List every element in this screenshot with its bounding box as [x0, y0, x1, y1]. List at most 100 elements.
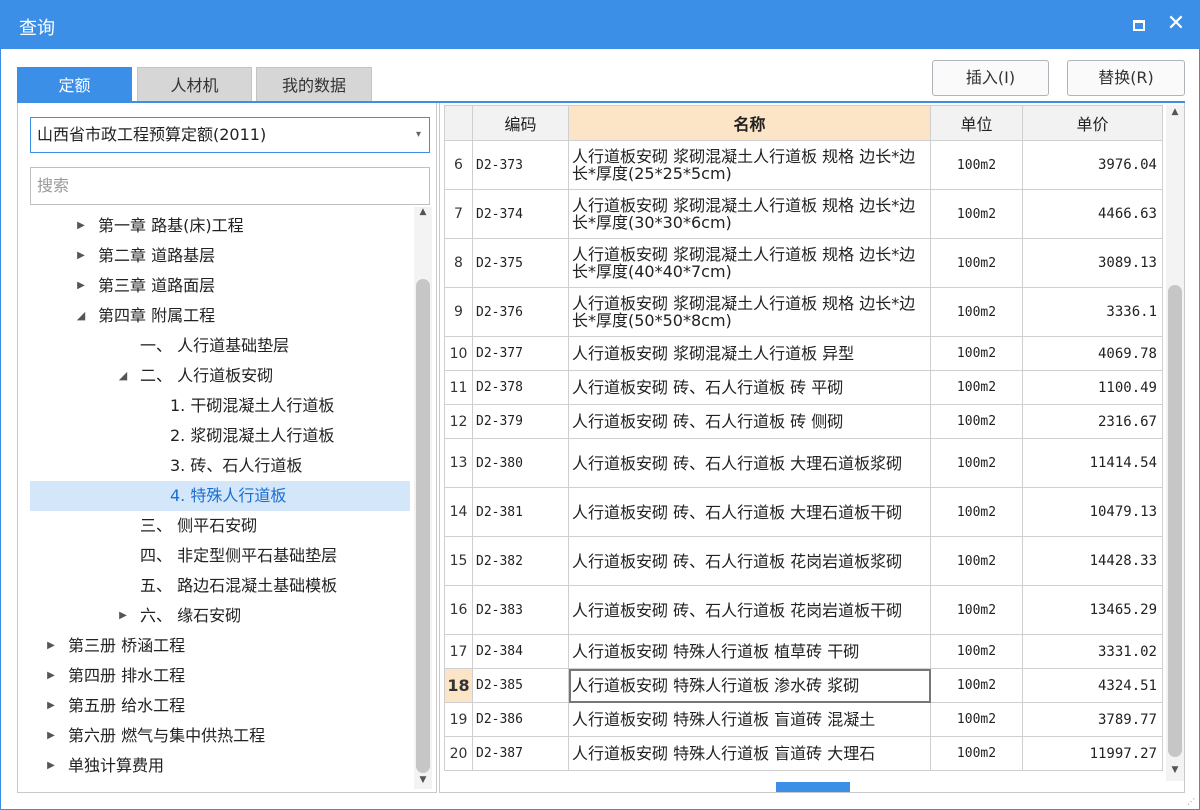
quota-library-select[interactable]: 山西省市政工程预算定额(2011) ▾	[30, 117, 430, 153]
table-row[interactable]: 17 D2-384 人行道板安砌 特殊人行道板 植草砖 干砌 100m2 3331.02	[444, 634, 1163, 669]
table-row[interactable]: 8 D2-375 人行道板安砌 浆砌混凝土人行道板 规格 边长*边长*厚度(40*4…	[444, 238, 1163, 288]
quota-unit[interactable]: 100m2	[930, 404, 1023, 439]
quota-code[interactable]: D2-377	[472, 336, 569, 371]
scroll-up-icon[interactable]: ▲	[1166, 107, 1184, 121]
quota-price[interactable]: 10479.13	[1022, 487, 1163, 537]
quota-unit[interactable]: 100m2	[930, 140, 1023, 190]
table-row[interactable]: 7 D2-374 人行道板安砌 浆砌混凝土人行道板 规格 边长*边长*厚度(30*3…	[444, 189, 1163, 239]
quota-unit[interactable]: 100m2	[930, 702, 1023, 737]
row-index[interactable]: 6	[444, 140, 473, 190]
tree-node[interactable]: 三、 侧平石安砌	[30, 511, 410, 541]
tree-node[interactable]: ▶ 第三章 道路面层	[30, 271, 410, 301]
tree-node[interactable]: 1. 干砌混凝土人行道板	[30, 391, 410, 421]
tree-node[interactable]: ◢ 二、 人行道板安砌	[30, 361, 410, 391]
quota-price[interactable]: 13465.29	[1022, 585, 1163, 635]
quota-code[interactable]: D2-379	[472, 404, 569, 439]
replace-button[interactable]: 替换(R)	[1067, 60, 1185, 96]
tree-node[interactable]: ▶ 第二章 道路基层	[30, 241, 410, 271]
quota-unit[interactable]: 100m2	[930, 370, 1023, 405]
quota-price[interactable]: 3331.02	[1022, 634, 1163, 669]
row-index[interactable]: 8	[444, 238, 473, 288]
tree-node[interactable]: ▶ 第五册 给水工程	[30, 691, 410, 721]
triangle-right-icon[interactable]: ▶	[44, 661, 58, 691]
table-row[interactable]: 18 D2-385 人行道板安砌 特殊人行道板 渗水砖 浆砌 100m2 4324.51	[444, 668, 1163, 703]
header-name[interactable]: 名称	[568, 105, 931, 141]
quota-unit[interactable]: 100m2	[930, 634, 1023, 669]
quota-price[interactable]: 2316.67	[1022, 404, 1163, 439]
triangle-right-icon[interactable]: ▶	[74, 211, 88, 241]
triangle-right-icon[interactable]: ▶	[44, 751, 58, 781]
table-row[interactable]: 19 D2-386 人行道板安砌 特殊人行道板 盲道砖 混凝土 100m2 3789.7…	[444, 702, 1163, 737]
quota-price[interactable]: 14428.33	[1022, 536, 1163, 586]
table-row[interactable]: 14 D2-381 人行道板安砌 砖、石人行道板 大理石道板干砌 100m2 10479…	[444, 487, 1163, 537]
quota-code[interactable]: D2-385	[472, 668, 569, 703]
row-index[interactable]: 19	[444, 702, 473, 737]
quota-code[interactable]: D2-382	[472, 536, 569, 586]
quota-price[interactable]: 4324.51	[1022, 668, 1163, 703]
quota-name[interactable]: 人行道板安砌 特殊人行道板 植草砖 干砌	[568, 634, 931, 669]
splitter-handle[interactable]	[776, 782, 850, 792]
quota-unit[interactable]: 100m2	[930, 668, 1023, 703]
quota-price[interactable]: 3089.13	[1022, 238, 1163, 288]
quota-unit[interactable]: 100m2	[930, 487, 1023, 537]
quota-name[interactable]: 人行道板安砌 浆砌混凝土人行道板 异型	[568, 336, 931, 371]
triangle-right-icon[interactable]: ▶	[44, 721, 58, 751]
triangle-right-icon[interactable]: ▶	[44, 691, 58, 721]
quota-name[interactable]: 人行道板安砌 特殊人行道板 盲道砖 大理石	[568, 736, 931, 771]
quota-unit[interactable]: 100m2	[930, 287, 1023, 337]
quota-price[interactable]: 11997.27	[1022, 736, 1163, 771]
row-index[interactable]: 7	[444, 189, 473, 239]
quota-price[interactable]: 3976.04	[1022, 140, 1163, 190]
quota-name[interactable]: 人行道板安砌 浆砌混凝土人行道板 规格 边长*边长*厚度(25*25*5cm)	[568, 140, 931, 190]
quota-unit[interactable]: 100m2	[930, 585, 1023, 635]
row-index[interactable]: 10	[444, 336, 473, 371]
tree-node[interactable]: ▶ 六、 缘石安砌	[30, 601, 410, 631]
tree-node[interactable]: 四、 非定型侧平石基础垫层	[30, 541, 410, 571]
triangle-right-icon[interactable]: ▶	[116, 601, 130, 631]
tree-node[interactable]: 2. 浆砌混凝土人行道板	[30, 421, 410, 451]
quota-name[interactable]: 人行道板安砌 砖、石人行道板 大理石道板干砌	[568, 487, 931, 537]
quota-code[interactable]: D2-375	[472, 238, 569, 288]
table-row[interactable]: 20 D2-387 人行道板安砌 特殊人行道板 盲道砖 大理石 100m2 11997.…	[444, 736, 1163, 771]
table-row[interactable]: 11 D2-378 人行道板安砌 砖、石人行道板 砖 平砌 100m2 1100.49	[444, 370, 1163, 405]
row-index[interactable]: 16	[444, 585, 473, 635]
tree-scrollbar[interactable]: ▲ ▼	[414, 207, 432, 789]
quota-unit[interactable]: 100m2	[930, 736, 1023, 771]
quota-unit[interactable]: 100m2	[930, 536, 1023, 586]
quota-unit[interactable]: 100m2	[930, 238, 1023, 288]
quota-name[interactable]: 人行道板安砌 砖、石人行道板 砖 侧砌	[568, 404, 931, 439]
scroll-up-icon[interactable]: ▲	[414, 207, 432, 221]
quota-code[interactable]: D2-383	[472, 585, 569, 635]
quota-name[interactable]: 人行道板安砌 砖、石人行道板 花岗岩道板干砌	[568, 585, 931, 635]
quota-code[interactable]: D2-374	[472, 189, 569, 239]
title-bar[interactable]: 查询 ✕	[1, 1, 1199, 49]
quota-price[interactable]: 4466.63	[1022, 189, 1163, 239]
header-unit[interactable]: 单位	[930, 105, 1023, 141]
chevron-down-icon[interactable]: ▾	[416, 118, 421, 152]
row-index[interactable]: 11	[444, 370, 473, 405]
row-index[interactable]: 12	[444, 404, 473, 439]
quota-price[interactable]: 1100.49	[1022, 370, 1163, 405]
table-row[interactable]: 13 D2-380 人行道板安砌 砖、石人行道板 大理石道板浆砌 100m2 11414…	[444, 438, 1163, 488]
header-price[interactable]: 单价	[1022, 105, 1163, 141]
table-row[interactable]: 16 D2-383 人行道板安砌 砖、石人行道板 花岗岩道板干砌 100m2 13465…	[444, 585, 1163, 635]
header-code[interactable]: 编码	[472, 105, 569, 141]
tree-node[interactable]: ▶ 第一章 路基(床)工程	[30, 211, 410, 241]
triangle-down-icon[interactable]: ◢	[116, 361, 130, 391]
quota-unit[interactable]: 100m2	[930, 189, 1023, 239]
tree-node[interactable]: ▶ 单独计算费用	[30, 751, 410, 781]
table-row[interactable]: 15 D2-382 人行道板安砌 砖、石人行道板 花岗岩道板浆砌 100m2 14428…	[444, 536, 1163, 586]
tree-node[interactable]: ▶ 第三册 桥涵工程	[30, 631, 410, 661]
row-index[interactable]: 17	[444, 634, 473, 669]
quota-name[interactable]: 人行道板安砌 特殊人行道板 盲道砖 混凝土	[568, 702, 931, 737]
tab-quota[interactable]: 定额	[17, 67, 132, 102]
quota-unit[interactable]: 100m2	[930, 438, 1023, 488]
tree-node[interactable]: ▶ 第四册 排水工程	[30, 661, 410, 691]
row-index[interactable]: 15	[444, 536, 473, 586]
triangle-right-icon[interactable]: ▶	[74, 241, 88, 271]
row-index[interactable]: 20	[444, 736, 473, 771]
table-row[interactable]: 6 D2-373 人行道板安砌 浆砌混凝土人行道板 规格 边长*边长*厚度(25*2…	[444, 140, 1163, 190]
table-row[interactable]: 10 D2-377 人行道板安砌 浆砌混凝土人行道板 异型 100m2 4069.78	[444, 336, 1163, 371]
table-row[interactable]: 12 D2-379 人行道板安砌 砖、石人行道板 砖 侧砌 100m2 2316.67	[444, 404, 1163, 439]
triangle-right-icon[interactable]: ▶	[74, 271, 88, 301]
